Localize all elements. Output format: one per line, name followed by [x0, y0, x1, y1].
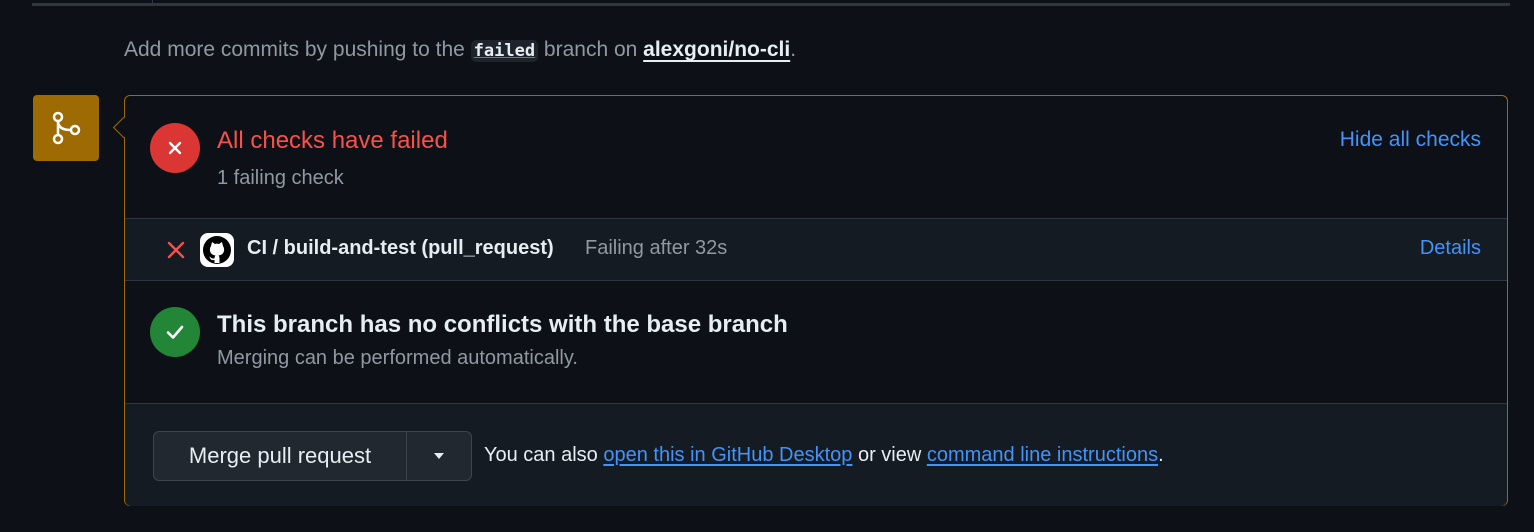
command-line-instructions-link[interactable]: command line instructions — [927, 444, 1158, 466]
check-run-row[interactable]: CI / build-and-test (pull_request) Faili… — [125, 218, 1507, 281]
repo-link[interactable]: alexgoni/no-cli — [643, 38, 790, 61]
open-github-desktop-link[interactable]: open this in GitHub Desktop — [603, 444, 852, 466]
merge-button-group: Merge pull request — [153, 431, 472, 481]
checks-summary: All checks have failed 1 failing check H… — [125, 96, 1507, 218]
checks-title: All checks have failed — [217, 127, 448, 154]
details-link[interactable]: Details — [1420, 237, 1481, 260]
merge-status-badge — [33, 95, 99, 161]
commit-hint-prefix: Add more commits by pushing to the — [124, 38, 471, 61]
check-circle-icon — [150, 307, 200, 357]
github-icon — [200, 233, 234, 267]
x-icon — [167, 241, 185, 259]
conflicts-subtitle: Merging can be performed automatically. — [217, 347, 578, 369]
merge-alternatives-hint: You can also open this in GitHub Desktop… — [484, 444, 1164, 467]
triangle-down-icon — [434, 453, 444, 459]
merge-hint-suffix: . — [1158, 444, 1164, 466]
merge-box: All checks have failed 1 failing check H… — [112, 95, 1508, 506]
check-status: Failing after 32s — [585, 237, 728, 259]
commit-hint-middle: branch on — [538, 38, 644, 61]
timeline-divider-tick — [152, 0, 153, 4]
commit-hint: Add more commits by pushing to the faile… — [124, 38, 796, 62]
checks-subtitle: 1 failing check — [217, 167, 344, 189]
merge-hint-middle: or view — [852, 444, 927, 466]
merge-actions: Merge pull request You can also open thi… — [125, 403, 1507, 506]
merge-pull-request-button[interactable]: Merge pull request — [154, 432, 407, 480]
conflicts-summary: This branch has no conflicts with the ba… — [125, 281, 1507, 403]
commit-hint-suffix: . — [790, 38, 797, 61]
git-merge-icon — [52, 111, 81, 145]
hide-all-checks-link[interactable]: Hide all checks — [1340, 128, 1481, 152]
timeline-divider — [32, 3, 1510, 6]
check-name: CI / build-and-test (pull_request) — [247, 237, 554, 259]
x-circle-icon — [150, 123, 200, 173]
merge-hint-prefix: You can also — [484, 444, 604, 466]
merge-method-dropdown[interactable] — [407, 432, 471, 480]
conflicts-title: This branch has no conflicts with the ba… — [217, 311, 788, 338]
branch-name[interactable]: failed — [470, 40, 539, 62]
